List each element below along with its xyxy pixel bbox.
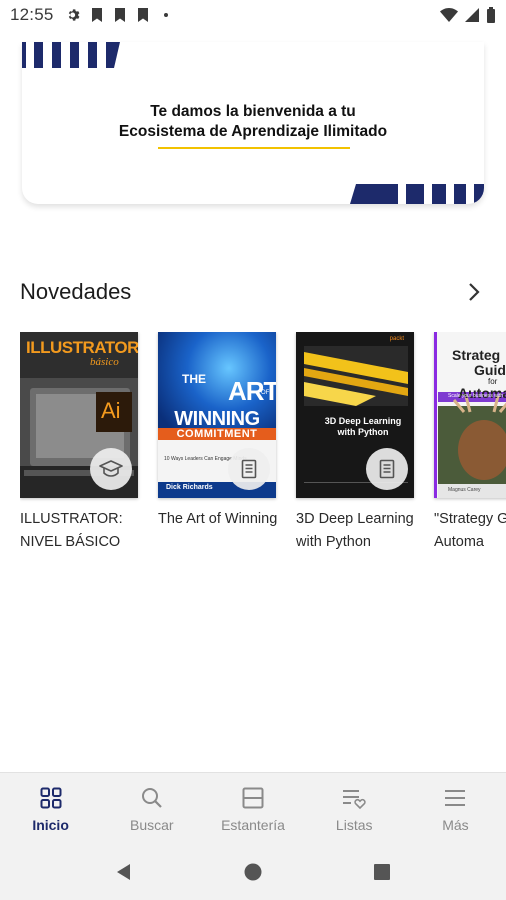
book-card[interactable]: Strateg Guide for Automa Scale your busi… xyxy=(434,332,506,554)
cover-author: Dick Richards xyxy=(166,484,213,491)
signal-icon xyxy=(465,8,479,22)
ebook-badge xyxy=(366,448,408,490)
nav-item-estanteria[interactable]: Estantería xyxy=(202,773,303,844)
bookmark-icon xyxy=(137,8,148,22)
book-cover[interactable]: ILLUSTRATOR básico Ai xyxy=(20,332,138,498)
cover-line4: COMMITMENT xyxy=(176,428,258,440)
book-card[interactable]: ILLUSTRATOR básico Ai ILLUSTRATOR: NIVEL… xyxy=(20,332,138,554)
cover-heading-line2: Guide xyxy=(474,362,506,378)
banner-title-line2: Ecosistema de Aprendizaje Ilimitado xyxy=(118,123,388,140)
nav-label: Más xyxy=(442,817,469,833)
nav-item-buscar[interactable]: Buscar xyxy=(101,773,202,844)
welcome-banner[interactable]: Te damos la bienvenida a tu Ecosistema d… xyxy=(22,42,484,204)
search-icon xyxy=(139,785,165,811)
bottom-navigation: Inicio Buscar Estantería Listas Más xyxy=(0,772,506,844)
nav-label: Inicio xyxy=(32,817,69,833)
book-title[interactable]: "Strategy Guide for Automa xyxy=(434,508,506,554)
books-carousel[interactable]: ILLUSTRATOR básico Ai ILLUSTRATOR: NIVEL… xyxy=(20,332,506,562)
cover-heading-line1: Strateg xyxy=(452,347,501,363)
nav-label: Listas xyxy=(335,817,373,833)
nav-item-listas[interactable]: Listas xyxy=(304,773,405,844)
document-icon xyxy=(379,459,395,479)
cover-subtitle: Scale your business with xyxy=(448,393,504,399)
banner-stripes-decoration xyxy=(350,184,484,204)
book-cover[interactable]: THE ART OF WINNING COMMITMENT 10 Ways Le… xyxy=(158,332,276,498)
section-title: Novedades xyxy=(20,279,132,304)
cover-line2-sup: OF xyxy=(261,390,270,396)
nav-label: Estantería xyxy=(221,817,285,833)
book-card[interactable]: THE ART OF WINNING COMMITMENT 10 Ways Le… xyxy=(158,332,277,531)
cover-publisher: packt xyxy=(389,336,404,342)
cover-author: Magnus Carey xyxy=(448,487,481,493)
cover-heading: ILLUSTRATOR xyxy=(26,338,138,357)
system-navigation-bar xyxy=(0,844,506,900)
cover-line1: THE xyxy=(182,372,206,386)
novedades-header: Novedades xyxy=(20,276,486,308)
status-time: 12:55 xyxy=(10,5,54,24)
book-cover[interactable]: Strateg Guide for Automa Scale your busi… xyxy=(434,332,506,498)
banner-title-line1: Te damos la bienvenida a tu xyxy=(150,103,356,120)
menu-icon xyxy=(442,785,468,811)
nav-item-mas[interactable]: Más xyxy=(405,773,506,844)
gear-icon xyxy=(68,9,79,21)
wifi-icon xyxy=(440,8,458,22)
dot-icon xyxy=(163,13,168,17)
bookmark-icon xyxy=(91,8,102,22)
book-title[interactable]: ILLUSTRATOR: NIVEL BÁSICO xyxy=(20,508,150,554)
ebook-badge xyxy=(228,448,270,490)
recents-icon[interactable] xyxy=(367,857,397,887)
document-icon xyxy=(241,459,257,479)
nav-item-inicio[interactable]: Inicio xyxy=(0,773,101,844)
cover-logo: Ai xyxy=(101,398,121,423)
cover-heading: 3D Deep Learning with Python xyxy=(324,416,402,437)
back-icon[interactable] xyxy=(109,857,139,887)
battery-icon xyxy=(487,7,495,23)
shelf-icon xyxy=(240,785,266,811)
book-card[interactable]: packt 3D Deep Learning with Python 3D De… xyxy=(296,332,414,554)
banner-underline xyxy=(158,147,350,149)
status-bar: 12:55 xyxy=(0,0,506,30)
book-title[interactable]: The Art of Winning xyxy=(158,508,288,531)
banner-title: Te damos la bienvenida a tu Ecosistema d… xyxy=(22,102,484,142)
list-heart-icon xyxy=(341,785,367,811)
grid-icon xyxy=(38,785,64,811)
banner-stripes-decoration xyxy=(22,42,120,68)
nav-label: Buscar xyxy=(130,817,174,833)
book-cover[interactable]: packt 3D Deep Learning with Python xyxy=(296,332,414,498)
home-icon[interactable] xyxy=(238,857,268,887)
book-title[interactable]: 3D Deep Learning with Python xyxy=(296,508,426,554)
bookmark-icon xyxy=(114,8,125,22)
chevron-right-icon[interactable] xyxy=(462,280,486,304)
course-badge xyxy=(90,448,132,490)
cover-subheading: básico xyxy=(90,356,119,368)
graduation-cap-icon xyxy=(99,460,123,477)
